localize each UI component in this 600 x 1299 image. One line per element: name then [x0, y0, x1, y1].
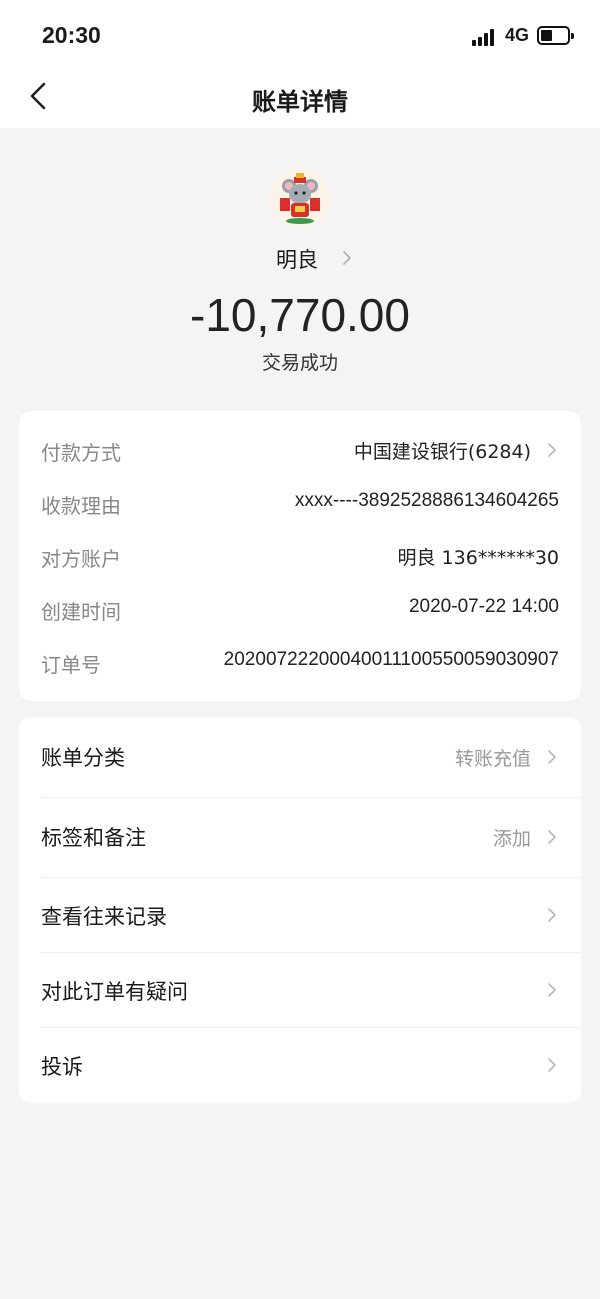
detail-label: 对方账户 — [41, 547, 121, 571]
detail-row-order-number: 订单号 20200722200040011100550059030907 — [19, 635, 581, 688]
detail-label: 创建时间 — [41, 600, 121, 624]
status-bar: 20:30 4G — [0, 0, 600, 70]
chevron-right-icon — [548, 1058, 556, 1072]
details-card: 付款方式 中国建设银行(6284) 收款理由 xxxx----389252888… — [19, 411, 581, 701]
transaction-header: 明良 -10,770.00 交易成功 — [0, 128, 600, 398]
menu-label: 对此订单有疑问 — [41, 980, 188, 1004]
signal-icon — [472, 28, 498, 46]
menu-label: 账单分类 — [41, 746, 125, 770]
menu-label: 标签和备注 — [41, 826, 146, 850]
menu-value: 添加 — [492, 828, 531, 850]
menu-item-complaint[interactable]: 投诉 — [19, 1027, 581, 1103]
status-time: 20:30 — [42, 22, 101, 48]
detail-label: 付款方式 — [41, 441, 121, 465]
transaction-status: 交易成功 — [261, 352, 338, 374]
detail-value: 20200722200040011100550059030907 — [223, 649, 559, 670]
chevron-right-icon — [548, 908, 556, 922]
chevron-right-icon — [548, 983, 556, 997]
menu-label: 查看往来记录 — [41, 905, 167, 929]
transaction-amount: -10,770.00 — [190, 289, 410, 341]
chevron-right-icon — [548, 830, 556, 844]
detail-value: 明良 136******30 — [397, 547, 559, 569]
detail-row-reason: 收款理由 xxxx----3892528886134604265 — [19, 476, 581, 529]
chevron-right-icon — [343, 251, 351, 265]
detail-row-payment-method[interactable]: 付款方式 中国建设银行(6284) — [19, 423, 581, 476]
chevron-right-icon — [548, 750, 556, 764]
detail-value: xxxx----3892528886134604265 — [294, 490, 559, 511]
mouse-mascot-avatar — [270, 168, 330, 228]
chevron-right-icon — [548, 443, 556, 457]
menu-label: 投诉 — [41, 1055, 83, 1079]
menu-value: 转账充值 — [454, 748, 531, 770]
menu-item-order-question[interactable]: 对此订单有疑问 — [19, 952, 581, 1027]
payee-avatar[interactable] — [270, 168, 330, 228]
menu-item-tags-notes[interactable]: 标签和备注 添加 — [19, 797, 581, 877]
detail-value: 中国建设银行(6284) — [353, 441, 531, 463]
network-type: 4G — [505, 25, 530, 45]
actions-card: 账单分类 转账充值 标签和备注 添加 查看往来记录 对此订单有疑问 投诉 — [19, 717, 581, 1103]
detail-row-created-time: 创建时间 2020-07-22 14:00 — [19, 582, 581, 635]
payee-name[interactable]: 明良 — [276, 244, 318, 274]
detail-row-counterparty: 对方账户 明良 136******30 — [19, 529, 581, 582]
detail-value: 2020-07-22 14:00 — [408, 596, 559, 617]
detail-label: 收款理由 — [41, 494, 121, 518]
top-bar: 20:30 4G 账单详情 — [0, 0, 600, 128]
menu-item-view-history[interactable]: 查看往来记录 — [19, 877, 581, 952]
detail-label: 订单号 — [41, 653, 101, 677]
navigation-bar: 账单详情 — [0, 70, 600, 128]
battery-icon — [537, 26, 574, 45]
menu-item-bill-category[interactable]: 账单分类 转账充值 — [19, 717, 581, 797]
page-title: 账单详情 — [252, 88, 348, 116]
